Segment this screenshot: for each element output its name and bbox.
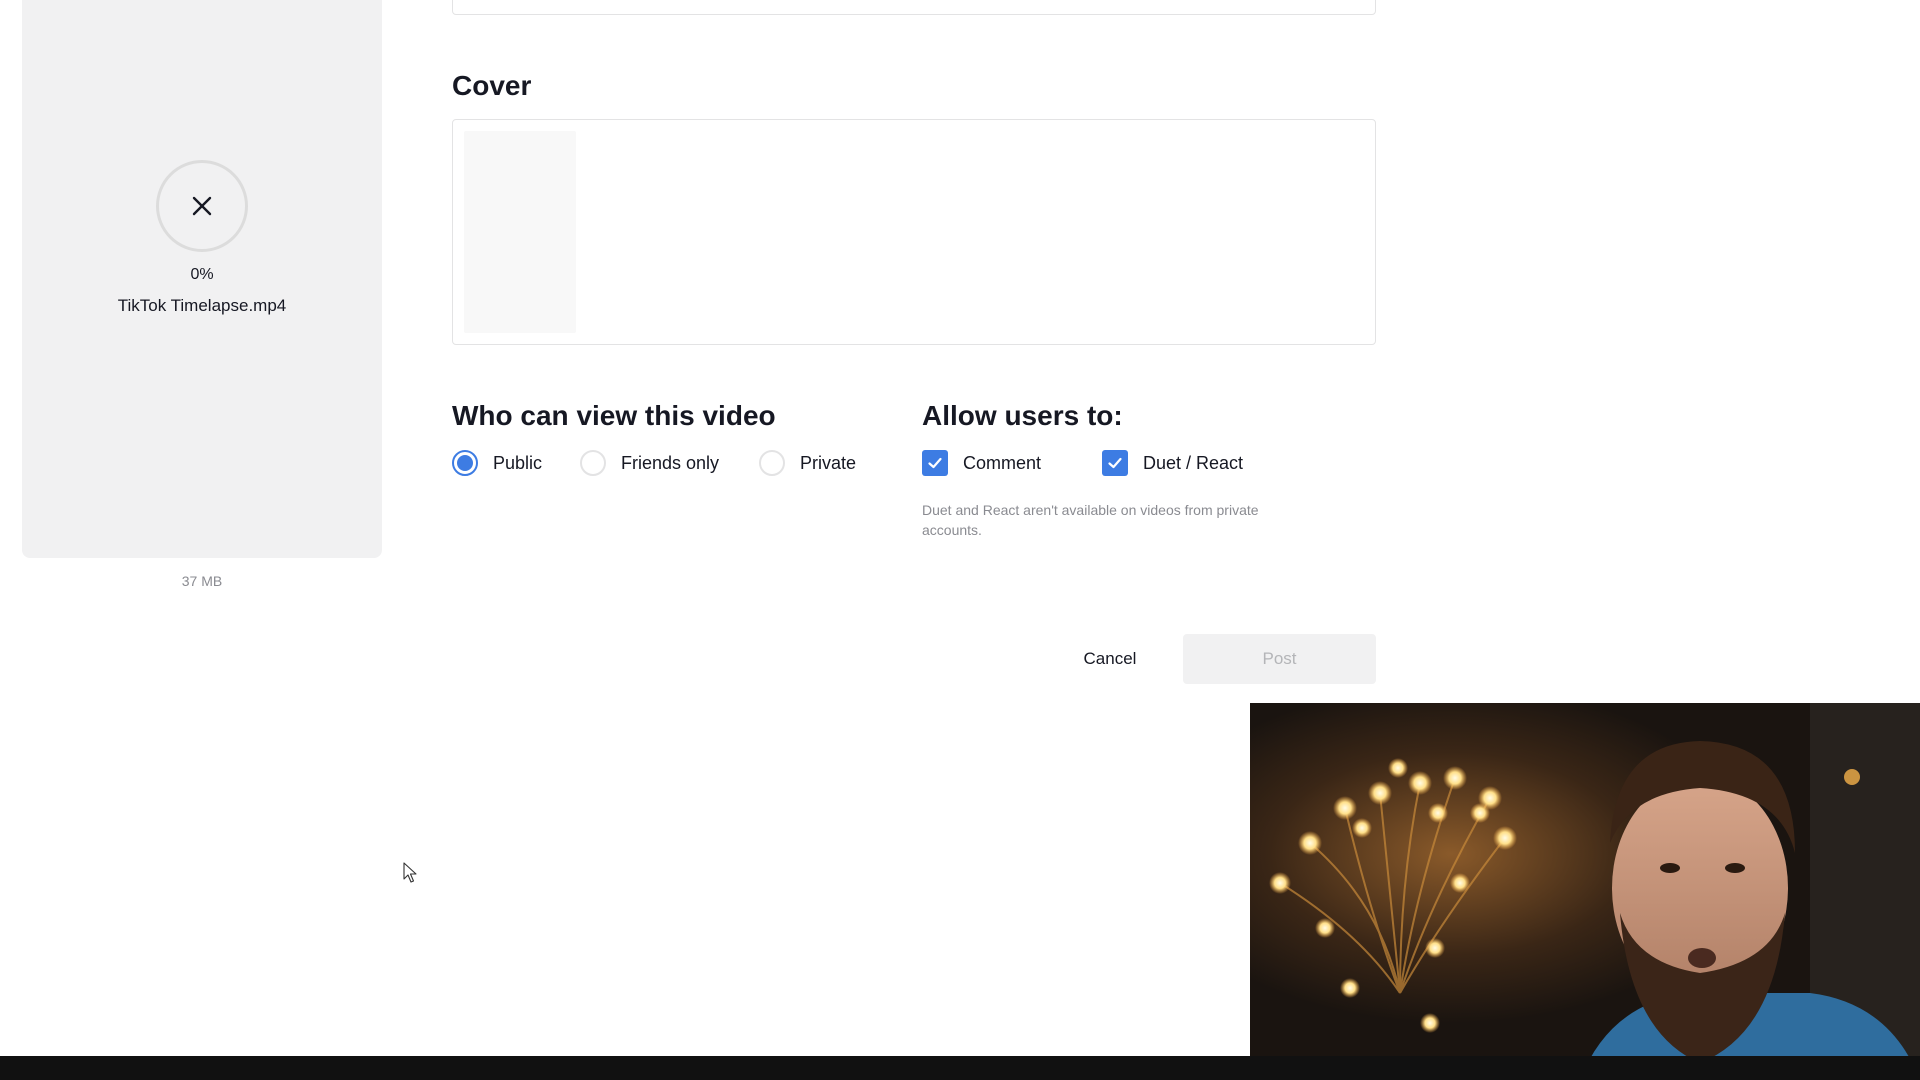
- check-icon: [1108, 457, 1122, 469]
- permission-label: Comment: [963, 452, 1042, 473]
- mouse-pointer-icon: [403, 862, 417, 883]
- cover-title: Cover: [452, 70, 532, 101]
- checkbox-comment[interactable]: [922, 450, 948, 476]
- radio-private[interactable]: [759, 450, 785, 476]
- duet-react-note: Duet and React aren't available on video…: [922, 502, 1259, 538]
- privacy-option-public[interactable]: Public: [452, 450, 542, 476]
- upload-preview-panel: 0% TikTok Timelapse.mp4: [22, 0, 382, 558]
- cancel-upload-button[interactable]: [156, 160, 248, 252]
- privacy-option-label: Private: [800, 452, 857, 473]
- permissions-title: Allow users to:: [922, 400, 1123, 431]
- checkbox-duet-react[interactable]: [1102, 450, 1128, 476]
- cover-selector: [452, 119, 1376, 345]
- webcam-feed-image: [1250, 703, 1920, 1080]
- permission-comment[interactable]: Comment: [922, 450, 1041, 476]
- radio-public[interactable]: [452, 450, 478, 476]
- cover-thumbnail[interactable]: [464, 131, 576, 333]
- radio-friends-only[interactable]: [580, 450, 606, 476]
- close-icon: [192, 196, 212, 216]
- upload-progress: 0%: [190, 266, 214, 283]
- caption-field[interactable]: [452, 0, 1376, 15]
- privacy-option-label: Friends only: [621, 452, 720, 473]
- bottom-bar: [0, 1056, 1920, 1080]
- upload-filename: TikTok Timelapse.mp4: [117, 296, 287, 315]
- cancel-button[interactable]: Cancel: [1062, 634, 1158, 684]
- privacy-title: Who can view this video: [452, 400, 776, 431]
- upload-filesize: 37 MB: [181, 573, 223, 589]
- webcam-overlay: [1250, 703, 1920, 1080]
- privacy-option-private[interactable]: Private: [759, 450, 856, 476]
- permission-label: Duet / React: [1143, 452, 1244, 473]
- privacy-option-label: Public: [493, 452, 543, 473]
- privacy-option-friends[interactable]: Friends only: [580, 450, 719, 476]
- permission-duet-react[interactable]: Duet / React: [1102, 450, 1243, 476]
- check-icon: [928, 457, 942, 469]
- post-button[interactable]: Post: [1183, 634, 1376, 684]
